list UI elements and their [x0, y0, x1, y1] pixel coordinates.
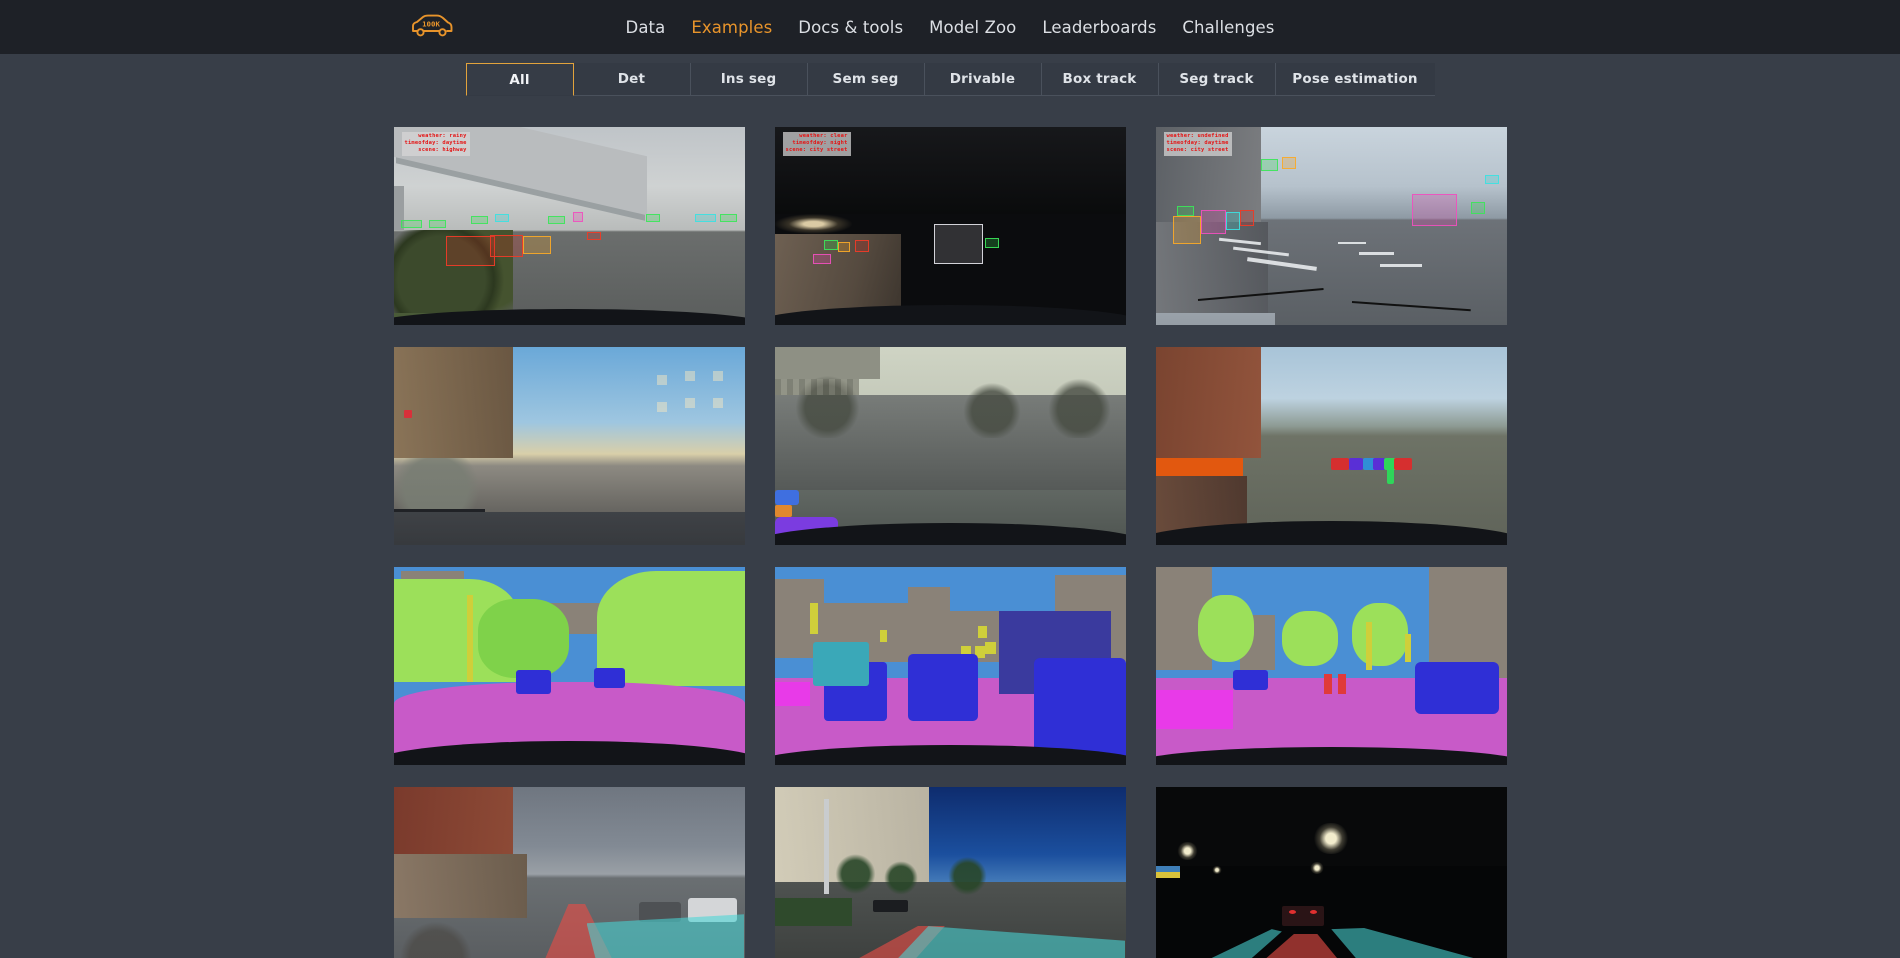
tab-pose-estimation[interactable]: Pose estimation [1275, 63, 1435, 95]
nav-item-docs-tools[interactable]: Docs & tools [798, 16, 903, 39]
annotation-weather: weather: rainy [418, 133, 467, 139]
example-card-semseg-suburban-trees[interactable] [393, 567, 745, 765]
example-image-drivable-residential-overcast [393, 787, 745, 958]
annotation-scene: scene: highway [418, 147, 467, 153]
example-image-semseg-suburban-trees [393, 567, 745, 765]
tab-all[interactable]: All [465, 63, 574, 96]
example-image-insseg-dusk-street [393, 347, 745, 545]
examples-grid: weather: rainy timeofday: daytime scene:… [393, 127, 1507, 958]
example-card-det-highway-rainy[interactable]: weather: rainy timeofday: daytime scene:… [393, 127, 745, 325]
example-image-semseg-manhattan-traffic [774, 567, 1126, 765]
tab-drivable[interactable]: Drivable [924, 63, 1042, 95]
example-card-insseg-brooklyn-grocery[interactable] [1155, 347, 1507, 545]
car-logo-icon: 100K [412, 14, 453, 37]
nav-item-leaderboards[interactable]: Leaderboards [1042, 16, 1156, 39]
example-card-insseg-dusk-street[interactable] [393, 347, 745, 545]
example-image-det-citystreet-daytime [1155, 127, 1507, 325]
example-card-drivable-boulevard-sunny[interactable] [774, 787, 1126, 958]
example-card-insseg-hazy-street[interactable] [774, 347, 1126, 545]
primary-navigation: Data Examples Docs & tools Model Zoo Lea… [626, 16, 1275, 39]
example-card-semseg-manhattan-traffic[interactable] [774, 567, 1126, 765]
annotation-scene: scene: city street [785, 147, 848, 153]
example-image-semseg-city-plaza [1155, 567, 1507, 765]
task-filter-bar: All Det Ins seg Sem seg Drivable Box tra… [0, 54, 1900, 96]
annotation-overlay: weather: clear timeofday: night scene: c… [782, 132, 851, 156]
top-navbar: 100K Data Examples Docs & tools Model Zo… [0, 0, 1900, 54]
example-image-det-tunnel-night [774, 127, 1126, 325]
tab-box-track[interactable]: Box track [1041, 63, 1159, 95]
tab-ins-seg[interactable]: Ins seg [690, 63, 808, 95]
example-card-semseg-city-plaza[interactable] [1155, 567, 1507, 765]
annotation-overlay: weather: undefined timeofday: daytime sc… [1163, 132, 1232, 156]
annotation-timeofday: timeofday: daytime [404, 140, 467, 146]
nav-item-model-zoo[interactable]: Model Zoo [929, 16, 1016, 39]
example-card-det-citystreet-daytime[interactable]: weather: undefined timeofday: daytime sc… [1155, 127, 1507, 325]
brand-logo-text: 100K [422, 20, 440, 29]
annotation-timeofday: timeofday: daytime [1166, 140, 1229, 146]
tab-det[interactable]: Det [573, 63, 691, 95]
annotation-overlay: weather: rainy timeofday: daytime scene:… [401, 132, 470, 156]
nav-item-challenges[interactable]: Challenges [1182, 16, 1274, 39]
nav-item-examples[interactable]: Examples [691, 16, 772, 39]
nav-item-data[interactable]: Data [626, 16, 666, 39]
brand-logo[interactable]: 100K [410, 14, 454, 40]
example-image-drivable-boulevard-sunny [774, 787, 1126, 958]
task-tabs: All Det Ins seg Sem seg Drivable Box tra… [465, 63, 1435, 96]
example-card-drivable-residential-overcast[interactable] [393, 787, 745, 958]
example-image-insseg-brooklyn-grocery [1155, 347, 1507, 545]
example-image-insseg-hazy-street [774, 347, 1126, 545]
example-card-drivable-highway-night[interactable] [1155, 787, 1507, 958]
example-image-drivable-highway-night [1155, 787, 1507, 958]
annotation-weather: weather: undefined [1166, 133, 1229, 139]
tab-seg-track[interactable]: Seg track [1158, 63, 1276, 95]
annotation-timeofday: timeofday: night [792, 140, 848, 146]
example-image-det-highway-rainy [393, 127, 745, 325]
example-card-det-tunnel-night[interactable]: weather: clear timeofday: night scene: c… [774, 127, 1126, 325]
annotation-weather: weather: clear [799, 133, 848, 139]
tab-sem-seg[interactable]: Sem seg [807, 63, 925, 95]
annotation-scene: scene: city street [1166, 147, 1229, 153]
